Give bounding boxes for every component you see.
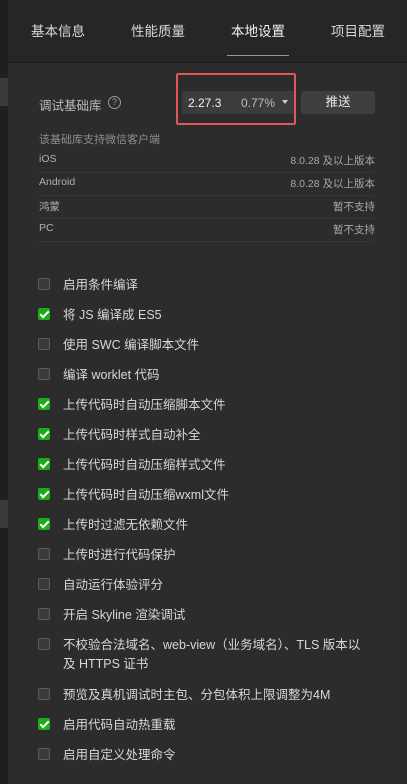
- checkbox[interactable]: [38, 338, 50, 350]
- client-name: 鸿蒙: [39, 201, 60, 213]
- checkbox[interactable]: [38, 488, 50, 500]
- checkbox[interactable]: [38, 688, 50, 700]
- option-label: 启用条件编译: [63, 278, 139, 292]
- checkbox[interactable]: [38, 638, 50, 650]
- checkbox[interactable]: [38, 548, 50, 560]
- checkbox[interactable]: [38, 748, 50, 760]
- option-label: 将 JS 编译成 ES5: [63, 308, 162, 322]
- option-label: 开启 Skyline 渲染调试: [63, 608, 186, 622]
- option-label: 预览及真机调试时主包、分包体积上限调整为4M: [63, 688, 331, 702]
- settings-tab-bar: 基本信息 性能质量 本地设置 项目配置: [8, 0, 407, 63]
- version-value: 2.27.3: [188, 96, 222, 110]
- checkbox[interactable]: [38, 398, 50, 410]
- checkbox[interactable]: [38, 718, 50, 730]
- version-usage-percent: 0.77%: [241, 96, 276, 110]
- client-row-android: Android 8.0.28 及以上版本: [39, 172, 375, 196]
- checkbox[interactable]: [38, 518, 50, 530]
- edge-marker: [0, 500, 8, 528]
- base-library-version-select[interactable]: 2.27.3 0.77%: [182, 91, 294, 114]
- edge-marker: [0, 78, 8, 106]
- caret-down-icon: [282, 100, 288, 104]
- tab-performance[interactable]: 性能质量: [131, 0, 185, 62]
- option-label: 编译 worklet 代码: [63, 368, 160, 382]
- option-label: 启用自定义处理命令: [63, 748, 176, 762]
- client-name: Android: [39, 176, 76, 188]
- checkbox[interactable]: [38, 428, 50, 440]
- tab-basic-info[interactable]: 基本信息: [31, 0, 85, 62]
- tab-local-settings[interactable]: 本地设置: [227, 0, 289, 62]
- question-circle-icon[interactable]: ?: [108, 96, 121, 109]
- client-row-pc: PC 暂不支持: [39, 218, 375, 242]
- option-label: 上传代码时自动压缩样式文件: [63, 458, 226, 472]
- client-requirement: 8.0.28 及以上版本: [290, 178, 375, 190]
- option-label: 自动运行体验评分: [63, 578, 164, 592]
- checkbox[interactable]: [38, 578, 50, 590]
- client-requirement: 暂不支持: [333, 201, 375, 213]
- checkbox[interactable]: [38, 608, 50, 620]
- option-label: 上传时过滤无依赖文件: [63, 518, 189, 532]
- base-library-label: 调试基础库: [39, 99, 102, 113]
- option-label: 不校验合法域名、web-view（业务域名）、TLS 版本以及 HTTPS 证书: [63, 638, 361, 671]
- client-support-title: 该基础库支持微信客户端: [39, 134, 160, 146]
- tab-project-config[interactable]: 项目配置: [331, 0, 385, 62]
- client-row-ios: iOS 8.0.28 及以上版本: [39, 149, 375, 173]
- option-label: 启用代码自动热重载: [63, 718, 176, 732]
- option-label: 上传代码时样式自动补全: [63, 428, 201, 442]
- option-label: 使用 SWC 编译脚本文件: [63, 338, 200, 352]
- client-requirement: 8.0.28 及以上版本: [290, 155, 375, 167]
- option-label: 上传代码时自动压缩wxml文件: [63, 488, 229, 502]
- checkbox[interactable]: [38, 458, 50, 470]
- push-button[interactable]: 推送: [301, 91, 375, 114]
- client-name: PC: [39, 222, 54, 234]
- left-edge-panel: [0, 0, 8, 784]
- option-label: 上传时进行代码保护: [63, 548, 176, 562]
- checkbox[interactable]: [38, 368, 50, 380]
- client-row-harmony: 鸿蒙 暂不支持: [39, 195, 375, 219]
- client-requirement: 暂不支持: [333, 224, 375, 236]
- checkbox[interactable]: [38, 308, 50, 320]
- client-name: iOS: [39, 153, 57, 165]
- option-label: 上传代码时自动压缩脚本文件: [63, 398, 226, 412]
- checkbox[interactable]: [38, 278, 50, 290]
